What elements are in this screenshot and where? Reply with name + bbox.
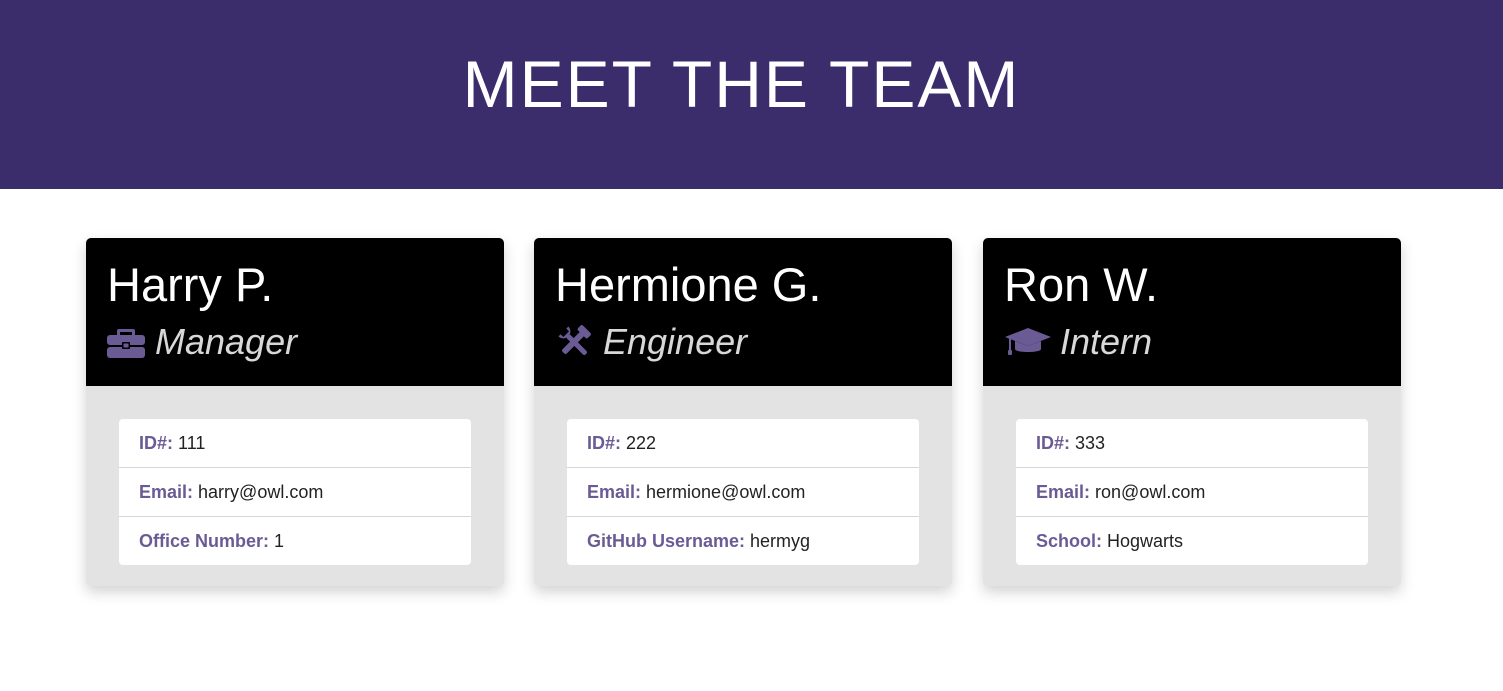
info-value[interactable]: hermione@owl.com [646,482,805,503]
info-label: ID#: [587,432,622,453]
header-banner: MEET THE TEAM [0,0,1503,189]
employee-role: Intern [1060,321,1153,362]
info-value: 333 [1075,432,1106,453]
info-label: School: [1036,530,1102,551]
briefcase-icon [107,325,147,359]
employee-role: Manager [155,321,298,362]
employee-card-engineer: Hermione G. Engineer ID#: 222 Email: her… [534,238,952,586]
info-value[interactable]: hermyg [750,531,810,552]
tools-icon [555,325,595,359]
info-label: ID#: [1036,432,1071,453]
employee-name: Harry P. [107,258,274,311]
info-item-email: Email: harry@owl.com [119,468,471,517]
card-header: Ron W. Intern [983,238,1401,386]
info-item-id: ID#: 222 [567,419,919,468]
info-value: 111 [178,432,206,453]
employee-role: Engineer [603,321,748,362]
page-title: MEET THE TEAM [462,47,1021,121]
info-value[interactable]: ron@owl.com [1095,482,1205,503]
info-item-github: GitHub Username: hermyg [567,517,919,565]
info-value[interactable]: harry@owl.com [198,482,323,503]
info-list: ID#: 111 Email: harry@owl.com Office Num… [119,419,471,565]
info-item-office-number: Office Number: 1 [119,517,471,565]
info-item-id: ID#: 333 [1016,419,1368,468]
employee-role-row: Engineer [555,320,747,364]
info-label: Office Number: [139,530,270,551]
info-item-email: Email: hermione@owl.com [567,468,919,517]
info-label: ID#: [139,432,174,453]
info-value: 222 [626,432,657,453]
info-value: Hogwarts [1107,530,1184,551]
info-item-email: Email: ron@owl.com [1016,468,1368,517]
employee-card-manager: Harry P. Manager ID#: 111 Email: harry@o… [86,238,504,586]
info-label: Email: [1036,481,1091,502]
employee-role-row: Manager [107,320,297,364]
info-list: ID#: 333 Email: ron@owl.com School: Hogw… [1016,419,1368,565]
info-list: ID#: 222 Email: hermione@owl.com GitHub … [567,419,919,565]
info-value: 1 [274,530,285,551]
employee-role-row: Intern [1004,320,1152,364]
employee-card-intern: Ron W. Intern ID#: 333 Email: ron@owl.co… [983,238,1401,586]
card-header: Hermione G. Engineer [534,238,952,386]
info-label: Email: [587,481,642,502]
info-label: GitHub Username: [587,530,746,551]
employee-name: Ron W. [1004,258,1159,311]
employee-name: Hermione G. [555,258,822,311]
info-label: Email: [139,481,194,502]
card-header: Harry P. Manager [86,238,504,386]
info-item-id: ID#: 111 [119,419,471,468]
graduation-cap-icon [1004,325,1052,359]
info-item-school: School: Hogwarts [1016,517,1368,565]
